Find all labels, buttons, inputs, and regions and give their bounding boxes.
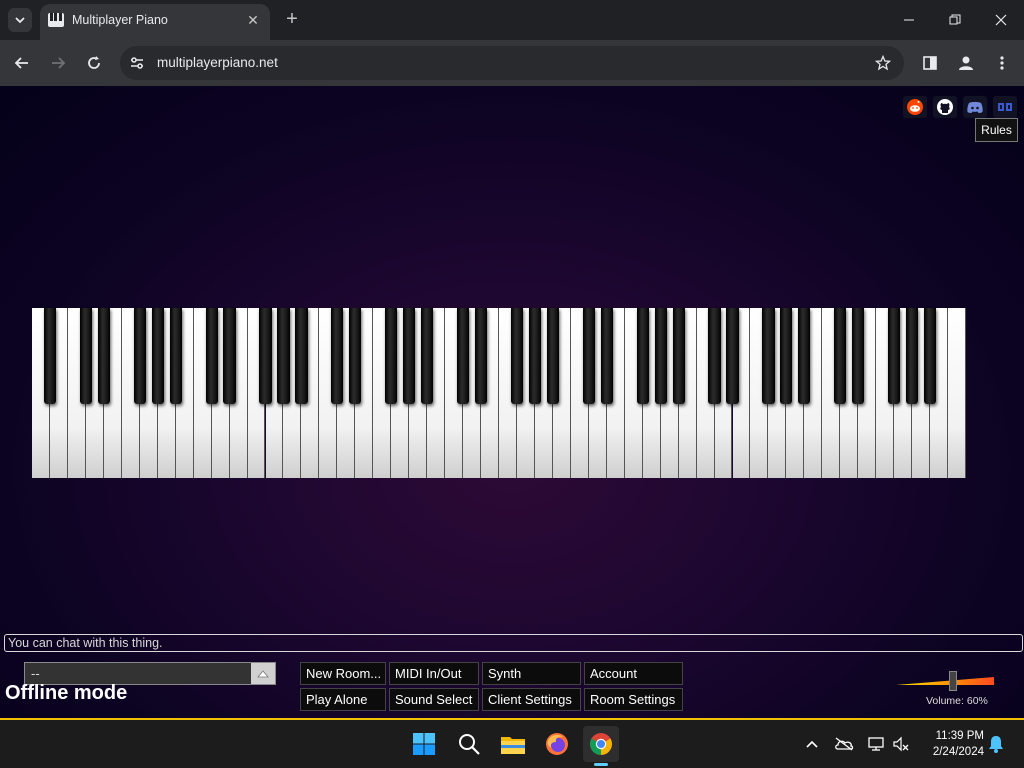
black-key[interactable] [151, 308, 164, 404]
chevron-up-icon[interactable] [802, 734, 822, 754]
client-settings-button[interactable]: Client Settings [482, 688, 581, 711]
white-key[interactable] [948, 308, 966, 478]
black-key[interactable] [331, 308, 344, 404]
status-text: Offline mode [5, 682, 128, 704]
clock-time: 11:39 PM [935, 730, 984, 742]
black-key[interactable] [654, 308, 667, 404]
black-key[interactable] [923, 308, 937, 404]
volume-muted-icon[interactable] [891, 734, 911, 754]
new-room-button[interactable]: New Room... [300, 662, 386, 685]
file-explorer-icon[interactable] [495, 726, 531, 762]
windows-start-icon[interactable] [406, 726, 442, 762]
black-key[interactable] [456, 308, 470, 404]
black-key[interactable] [295, 308, 308, 404]
black-key[interactable] [133, 308, 146, 404]
tab-bar: Multiplayer Piano ✕ + [0, 0, 1024, 40]
piano-keyboard[interactable] [32, 308, 966, 478]
room-settings-button[interactable]: Room Settings [584, 688, 683, 711]
room-select-value: -- [31, 666, 40, 681]
mpp-icon[interactable] [993, 96, 1017, 118]
black-key[interactable] [852, 308, 865, 404]
black-key[interactable] [636, 308, 649, 404]
volume-knob[interactable] [949, 671, 957, 691]
menu-icon[interactable] [990, 51, 1014, 75]
chevron-up-icon[interactable] [251, 663, 275, 684]
black-key[interactable] [762, 308, 775, 404]
black-key[interactable] [834, 308, 847, 404]
synth-button[interactable]: Synth [482, 662, 581, 685]
restore-icon[interactable] [943, 8, 967, 32]
site-info-icon[interactable] [128, 54, 146, 72]
black-key[interactable] [223, 308, 236, 404]
reddit-icon[interactable] [903, 96, 927, 118]
chrome-icon[interactable] [583, 726, 619, 762]
taskbar: 11:39 PM 2/24/2024 [0, 720, 1024, 768]
bookmark-star-icon[interactable] [874, 54, 892, 72]
new-tab-icon[interactable]: + [282, 9, 302, 31]
url-text[interactable]: multiplayerpiano.net [157, 55, 278, 70]
black-key[interactable] [582, 308, 595, 404]
reload-icon[interactable] [82, 51, 106, 75]
browser-tab[interactable]: Multiplayer Piano ✕ [40, 4, 270, 40]
tab-search-icon[interactable] [8, 8, 32, 32]
rules-tooltip: Rules [975, 118, 1018, 142]
black-key[interactable] [510, 308, 524, 404]
black-key[interactable] [726, 308, 739, 404]
black-key[interactable] [43, 308, 57, 404]
black-key[interactable] [528, 308, 542, 404]
black-key[interactable] [385, 308, 398, 404]
black-key[interactable] [798, 308, 811, 404]
active-app-indicator [594, 763, 608, 766]
black-key[interactable] [906, 308, 919, 404]
onedrive-offline-icon[interactable] [834, 734, 854, 754]
volume-slider[interactable]: Volume: 60% [896, 671, 996, 711]
chat-input[interactable]: You can chat with this thing. [4, 634, 1023, 652]
sound-select-button[interactable]: Sound Select [389, 688, 479, 711]
black-key[interactable] [474, 308, 488, 404]
black-key[interactable] [888, 308, 901, 404]
account-button[interactable]: Account [584, 662, 683, 685]
minimize-icon[interactable] [897, 8, 921, 32]
notification-bell-icon[interactable] [986, 734, 1006, 754]
black-key[interactable] [421, 308, 434, 404]
black-key[interactable] [169, 308, 182, 404]
browser-toolbar: multiplayerpiano.net [0, 40, 1024, 86]
forward-icon[interactable] [46, 51, 70, 75]
network-icon[interactable] [866, 734, 886, 754]
midi-button[interactable]: MIDI In/Out [389, 662, 479, 685]
side-panel-icon[interactable] [918, 51, 942, 75]
black-key[interactable] [259, 308, 272, 404]
black-key[interactable] [600, 308, 613, 404]
volume-ramp [896, 677, 994, 685]
clock-date: 2/24/2024 [932, 746, 984, 758]
black-key[interactable] [205, 308, 218, 404]
black-key[interactable] [672, 308, 685, 404]
black-key[interactable] [79, 308, 92, 404]
profile-icon[interactable] [954, 51, 978, 75]
close-window-icon[interactable] [989, 8, 1013, 32]
page-content: Rules You can chat with this thing. -- O… [0, 86, 1024, 718]
black-key[interactable] [349, 308, 362, 404]
black-key[interactable] [403, 308, 416, 404]
piano-favicon-icon [48, 13, 64, 27]
volume-label: Volume: 60% [926, 695, 988, 707]
close-tab-icon[interactable]: ✕ [244, 11, 262, 29]
black-key[interactable] [780, 308, 793, 404]
github-icon[interactable] [933, 96, 957, 118]
black-key[interactable] [97, 308, 110, 404]
chat-placeholder: You can chat with this thing. [8, 636, 163, 650]
back-icon[interactable] [10, 51, 34, 75]
discord-icon[interactable] [963, 96, 987, 118]
taskbar-clock[interactable]: 11:39 PM 2/24/2024 [922, 728, 984, 760]
tab-title: Multiplayer Piano [72, 13, 168, 27]
black-key[interactable] [708, 308, 721, 404]
search-icon[interactable] [451, 726, 487, 762]
black-key[interactable] [546, 308, 559, 404]
address-bar[interactable]: multiplayerpiano.net [120, 46, 904, 80]
black-key[interactable] [277, 308, 290, 404]
firefox-icon[interactable] [539, 726, 575, 762]
play-alone-button[interactable]: Play Alone [300, 688, 386, 711]
